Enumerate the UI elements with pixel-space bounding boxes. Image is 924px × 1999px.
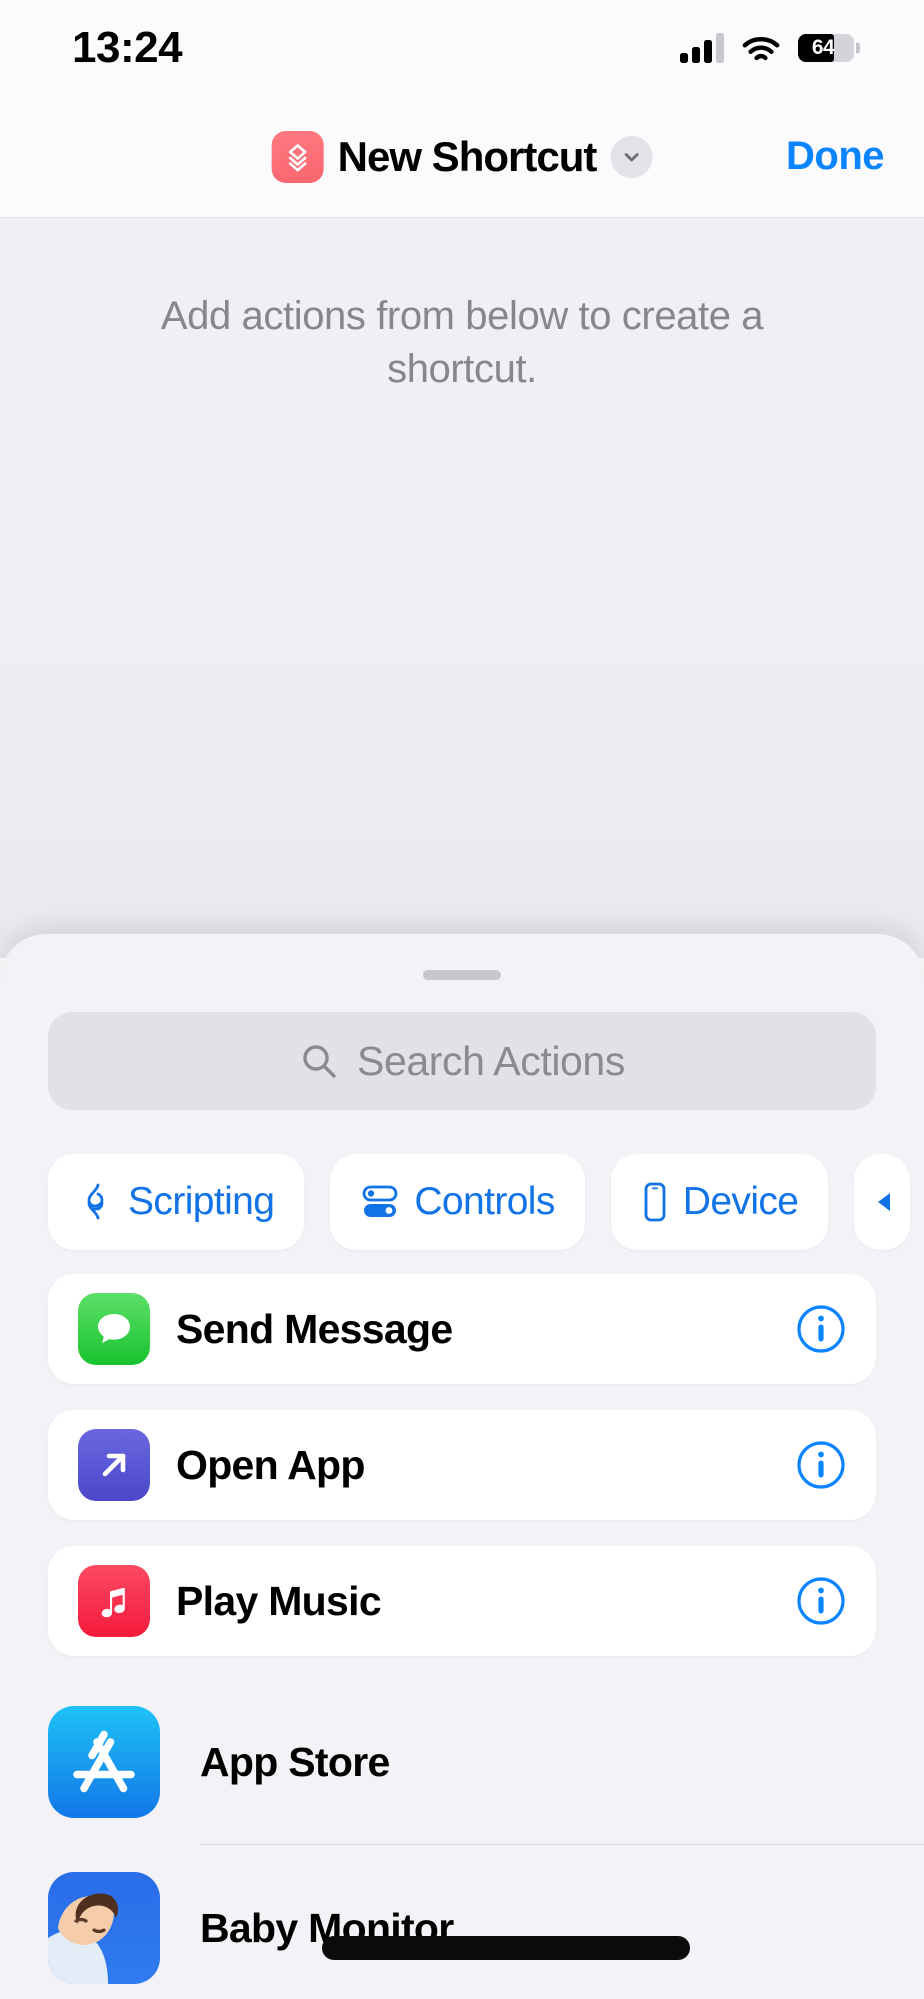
shortcut-title-group[interactable]: New Shortcut: [271, 130, 653, 183]
sheet-grabber[interactable]: [423, 970, 501, 980]
controls-toggles-icon: [362, 1185, 398, 1217]
info-icon[interactable]: [796, 1440, 846, 1490]
device-phone-icon: [644, 1182, 666, 1222]
battery-percent-label: 64: [811, 36, 835, 59]
page-title: New Shortcut: [337, 132, 598, 180]
search-input[interactable]: Search Actions: [48, 1012, 876, 1110]
status-bar: 13:24 64: [0, 0, 924, 96]
info-icon[interactable]: [796, 1304, 846, 1354]
wifi-icon: [741, 33, 781, 63]
info-icon[interactable]: [796, 1576, 846, 1626]
search-placeholder: Search Actions: [357, 1037, 625, 1084]
suggested-actions-list: Send Message Open App Play Music: [48, 1274, 876, 1682]
iphone-screen: 13:24 64 New Shortcut Done Add actions f…: [0, 0, 924, 1999]
open-app-arrow-icon: [78, 1429, 150, 1501]
category-chip-label: Device: [682, 1180, 799, 1223]
app-store-icon: [48, 1706, 160, 1818]
app-row-baby-monitor[interactable]: Baby Monitor: [0, 1845, 924, 1999]
music-note-icon: [78, 1565, 150, 1637]
action-label: Play Music: [176, 1577, 382, 1624]
category-chip-row[interactable]: Scripting Controls Device: [0, 1149, 924, 1255]
chevron-down-icon[interactable]: [610, 135, 653, 178]
redaction-bar: [322, 1936, 690, 1960]
search-icon: [303, 1045, 336, 1078]
action-label: Open App: [176, 1441, 365, 1488]
baby-monitor-app-icon: [48, 1872, 160, 1984]
category-chip-controls[interactable]: Controls: [330, 1154, 585, 1250]
category-chip-label: Scripting: [128, 1180, 275, 1223]
empty-state-text: Add actions from below to create a short…: [160, 294, 764, 391]
category-chip-device[interactable]: Device: [610, 1154, 829, 1250]
messages-icon: [78, 1293, 150, 1365]
cellular-signal-icon: [680, 33, 724, 63]
shortcut-canvas: Add actions from below to create a short…: [0, 218, 924, 958]
category-chip-next-partial[interactable]: [854, 1154, 911, 1250]
action-label: Send Message: [176, 1305, 453, 1352]
next-category-icon: [878, 1193, 891, 1211]
status-bar-clock: 13:24: [72, 23, 183, 72]
action-row-play-music[interactable]: Play Music: [48, 1546, 876, 1656]
app-label: App Store: [200, 1738, 390, 1785]
status-bar-indicators: 64: [680, 33, 860, 63]
battery-icon: 64: [798, 34, 860, 62]
category-chip-label: Controls: [414, 1180, 555, 1223]
navigation-bar: New Shortcut Done: [0, 96, 924, 218]
category-chip-scripting[interactable]: Scripting: [48, 1154, 305, 1250]
action-row-send-message[interactable]: Send Message: [48, 1274, 876, 1384]
actions-sheet: Search Actions Scripting Controls Device…: [0, 934, 924, 1999]
shortcut-layers-icon: [271, 130, 324, 183]
done-button[interactable]: Done: [786, 134, 885, 179]
scripting-icon: [87, 1183, 104, 1220]
action-row-open-app[interactable]: Open App: [48, 1410, 876, 1520]
app-row-app-store[interactable]: App Store: [0, 1679, 924, 1845]
